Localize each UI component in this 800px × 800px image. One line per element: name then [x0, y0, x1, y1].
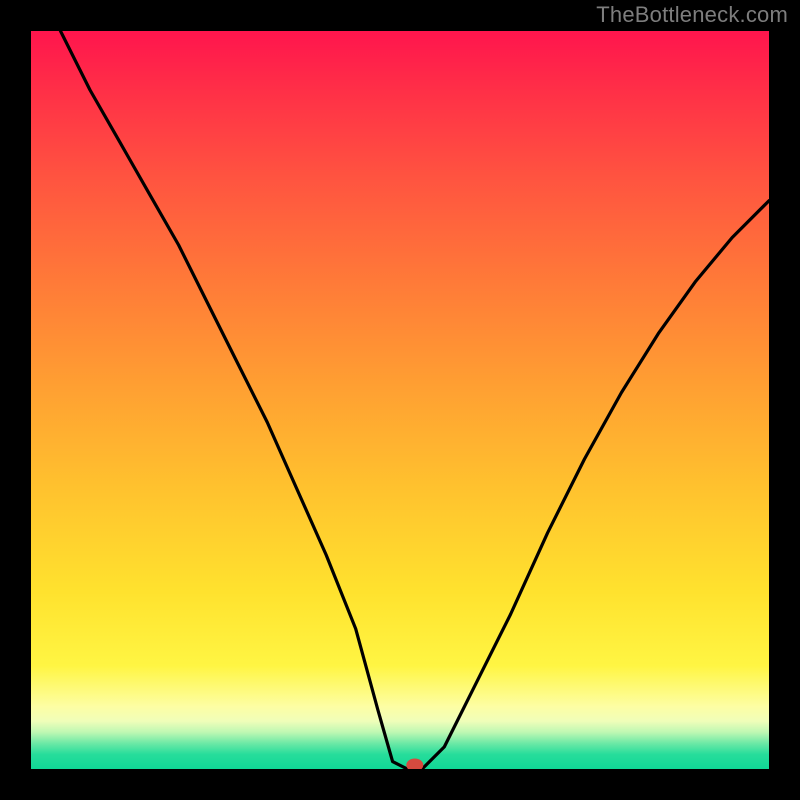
watermark-text: TheBottleneck.com [596, 2, 788, 28]
bottleneck-curve-svg [31, 31, 769, 769]
plot-area [31, 31, 769, 769]
optimal-point-marker [407, 759, 423, 769]
bottleneck-curve-path [61, 31, 770, 769]
chart-frame: TheBottleneck.com [0, 0, 800, 800]
